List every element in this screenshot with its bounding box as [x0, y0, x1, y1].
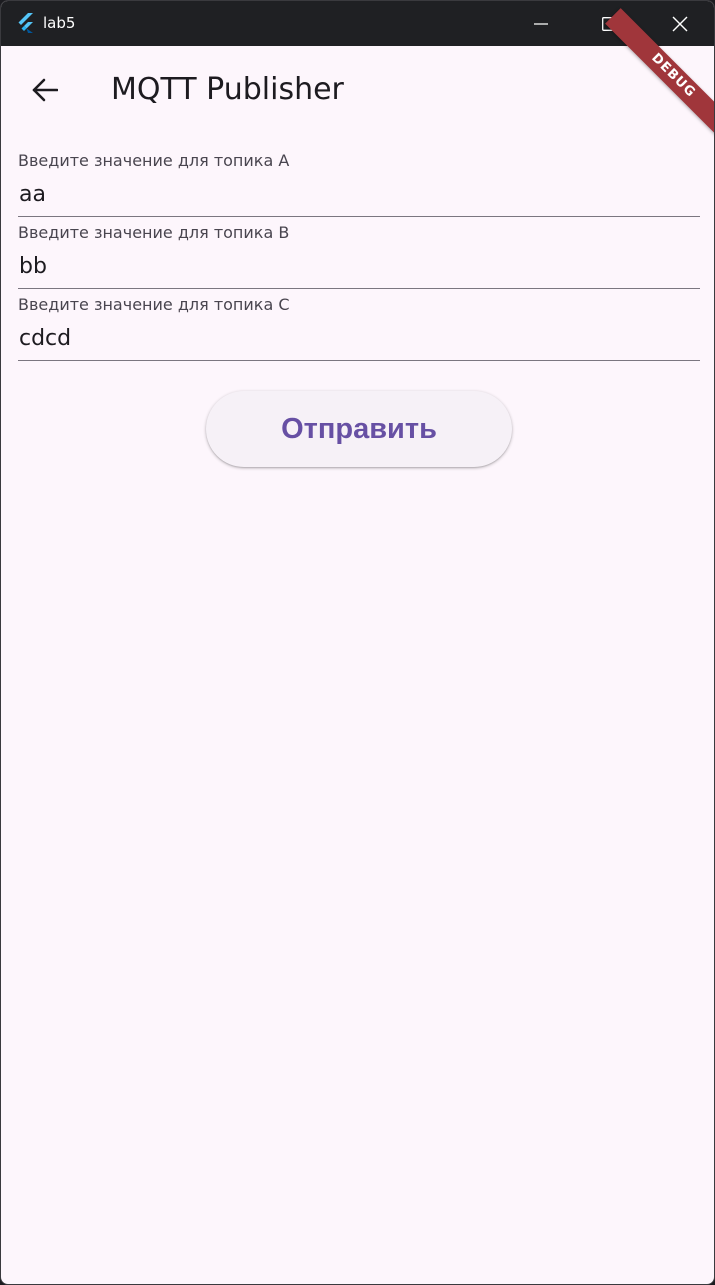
close-icon: [672, 16, 688, 31]
topic-a-field: Введите значение для топика A: [18, 145, 700, 217]
topic-c-field: Введите значение для топика C: [18, 289, 700, 361]
app-window: lab5 MQTT Publisher DEBUG Введите значен…: [0, 0, 715, 1285]
minimize-button[interactable]: [506, 1, 576, 46]
minimize-icon: [534, 22, 548, 25]
page-title: MQTT Publisher: [111, 72, 344, 107]
submit-button[interactable]: Отправить: [206, 391, 512, 467]
topic-a-input[interactable]: [18, 177, 700, 211]
topic-b-input[interactable]: [18, 249, 700, 283]
topic-b-label: Введите значение для топика B: [18, 223, 290, 242]
topic-c-label: Введите значение для топика C: [18, 295, 290, 314]
back-button[interactable]: [21, 68, 69, 112]
topic-c-input[interactable]: [18, 321, 700, 355]
close-button[interactable]: [645, 1, 714, 46]
app-bar: MQTT Publisher: [1, 46, 714, 134]
flutter-logo-icon: [15, 12, 37, 34]
topic-b-field: Введите значение для топика B: [18, 217, 700, 289]
window-title: lab5: [43, 14, 76, 32]
arrow-back-icon: [32, 78, 58, 102]
topic-a-label: Введите значение для топика A: [18, 151, 290, 170]
